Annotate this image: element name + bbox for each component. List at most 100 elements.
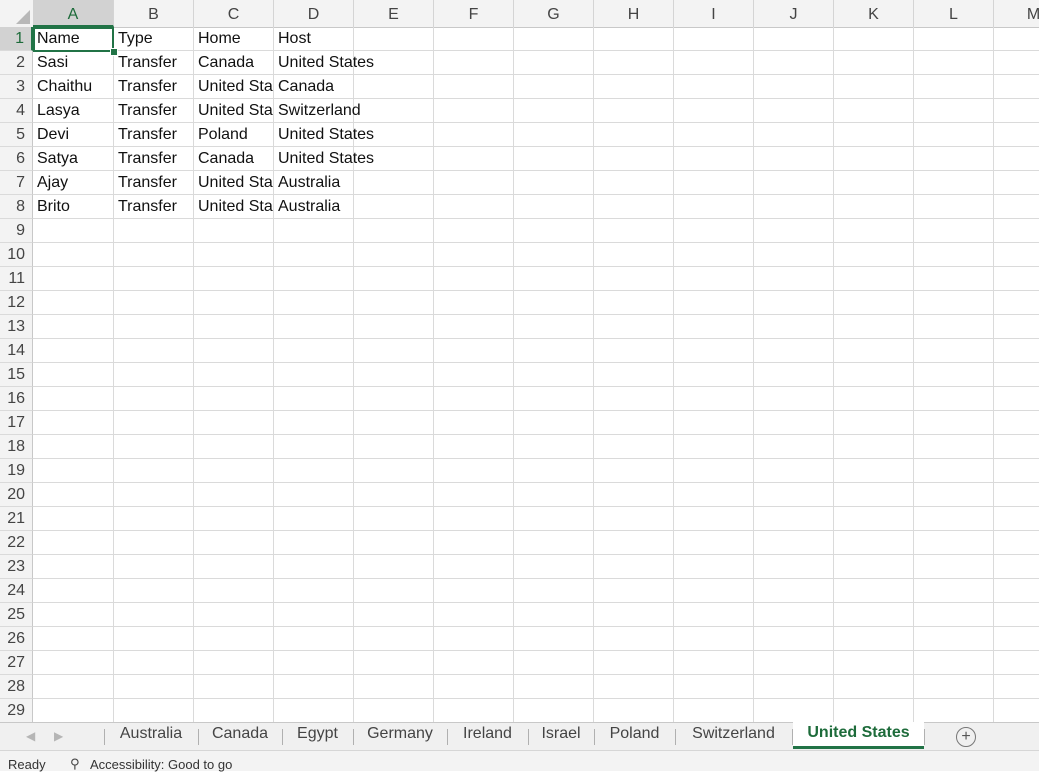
column-header-f[interactable]: F — [434, 0, 514, 27]
cell-b1[interactable]: Type — [114, 27, 194, 51]
cell-d5[interactable]: United States — [274, 123, 374, 147]
column-header-j[interactable]: J — [754, 0, 834, 27]
cell-c3[interactable]: United Sta — [194, 75, 274, 99]
column-header-i[interactable]: I — [674, 0, 754, 27]
column-header-g[interactable]: G — [514, 0, 594, 27]
column-header-d[interactable]: D — [274, 0, 354, 27]
column-header-m[interactable]: M — [994, 0, 1039, 27]
grid-hline — [33, 506, 1039, 507]
column-header-k[interactable]: K — [834, 0, 914, 27]
cell-c1[interactable]: Home — [194, 27, 274, 51]
grid-hline — [33, 266, 1039, 267]
row-header-21[interactable]: 21 — [0, 507, 33, 531]
column-header-h[interactable]: H — [594, 0, 674, 27]
row-header-29[interactable]: 29 — [0, 699, 33, 722]
cell-c6[interactable]: Canada — [194, 147, 274, 171]
column-header-c[interactable]: C — [194, 0, 274, 27]
cell-b2[interactable]: Transfer — [114, 51, 194, 75]
cell-d2[interactable]: United States — [274, 51, 374, 75]
row-header-27[interactable]: 27 — [0, 651, 33, 675]
row-header-15[interactable]: 15 — [0, 363, 33, 387]
cell-d1[interactable]: Host — [274, 27, 354, 51]
cell-d3[interactable]: Canada — [274, 75, 354, 99]
tab-separator — [924, 729, 925, 745]
cell-a7[interactable]: Ajay — [33, 171, 114, 195]
grid-hline — [33, 578, 1039, 579]
grid-hline — [33, 242, 1039, 243]
row-header-14[interactable]: 14 — [0, 339, 33, 363]
fill-handle[interactable] — [110, 48, 118, 56]
row-header-23[interactable]: 23 — [0, 555, 33, 579]
sheet-tab-australia[interactable]: Australia — [105, 723, 197, 749]
grid-vline — [513, 27, 514, 722]
row-header-7[interactable]: 7 — [0, 171, 33, 195]
cell-c4[interactable]: United Sta — [194, 99, 274, 123]
cell-c5[interactable]: Poland — [194, 123, 274, 147]
sheet-tab-ireland[interactable]: Ireland — [448, 723, 527, 749]
cell-a8[interactable]: Brito — [33, 195, 114, 219]
cell-b6[interactable]: Transfer — [114, 147, 194, 171]
grid-hline — [33, 386, 1039, 387]
row-header-12[interactable]: 12 — [0, 291, 33, 315]
sheet-tab-canada[interactable]: Canada — [199, 723, 281, 749]
spreadsheet-grid[interactable]: ABCDEFGHIJKLM 1 2 3 4 5 6 7 8 9 10 11 12 13 14 15 16 17 1… — [0, 0, 1039, 722]
grid-vline — [593, 27, 594, 722]
cell-b7[interactable]: Transfer — [114, 171, 194, 195]
sheet-tab-egypt[interactable]: Egypt — [283, 723, 352, 749]
cell-d6[interactable]: United States — [274, 147, 374, 171]
row-header-1[interactable]: 1 — [0, 27, 33, 51]
row-header-25[interactable]: 25 — [0, 603, 33, 627]
column-header-l[interactable]: L — [914, 0, 994, 27]
cell-b3[interactable]: Transfer — [114, 75, 194, 99]
row-header-6[interactable]: 6 — [0, 147, 33, 171]
sheet-tab-switzerland[interactable]: Switzerland — [676, 723, 791, 749]
row-header-22[interactable]: 22 — [0, 531, 33, 555]
sheet-tab-united-states[interactable]: United States — [793, 722, 924, 749]
row-header-24[interactable]: 24 — [0, 579, 33, 603]
cell-b8[interactable]: Transfer — [114, 195, 194, 219]
row-header-8[interactable]: 8 — [0, 195, 33, 219]
cell-a2[interactable]: Sasi — [33, 51, 114, 75]
row-header-26[interactable]: 26 — [0, 627, 33, 651]
cell-b4[interactable]: Transfer — [114, 99, 194, 123]
tab-scroll-right-icon[interactable]: ▶ — [54, 729, 63, 743]
tab-scroll-left-icon[interactable]: ◀ — [26, 729, 35, 743]
sheet-tab-germany[interactable]: Germany — [354, 723, 446, 749]
row-header-11[interactable]: 11 — [0, 267, 33, 291]
column-header-a[interactable]: A — [33, 0, 114, 27]
select-all-icon — [16, 10, 30, 24]
row-header-17[interactable]: 17 — [0, 411, 33, 435]
cell-b5[interactable]: Transfer — [114, 123, 194, 147]
cell-d8[interactable]: Australia — [274, 195, 354, 219]
row-header-9[interactable]: 9 — [0, 219, 33, 243]
row-header-3[interactable]: 3 — [0, 75, 33, 99]
cell-a4[interactable]: Lasya — [33, 99, 114, 123]
cell-c7[interactable]: United Sta — [194, 171, 274, 195]
row-header-16[interactable]: 16 — [0, 387, 33, 411]
row-header-4[interactable]: 4 — [0, 99, 33, 123]
row-header-18[interactable]: 18 — [0, 435, 33, 459]
row-header-10[interactable]: 10 — [0, 243, 33, 267]
cell-a5[interactable]: Devi — [33, 123, 114, 147]
row-header-13[interactable]: 13 — [0, 315, 33, 339]
column-header-e[interactable]: E — [354, 0, 434, 27]
sheet-tab-poland[interactable]: Poland — [595, 723, 674, 749]
row-header-20[interactable]: 20 — [0, 483, 33, 507]
cell-c2[interactable]: Canada — [194, 51, 274, 75]
grid-hline — [33, 362, 1039, 363]
row-header-19[interactable]: 19 — [0, 459, 33, 483]
cell-a6[interactable]: Satya — [33, 147, 114, 171]
column-header-b[interactable]: B — [114, 0, 194, 27]
cell-a3[interactable]: Chaithu — [33, 75, 114, 99]
cell-c8[interactable]: United Sta — [194, 195, 274, 219]
sheet-tab-israel[interactable]: Israel — [529, 723, 593, 749]
row-header-28[interactable]: 28 — [0, 675, 33, 699]
grid-hline — [33, 314, 1039, 315]
cell-d7[interactable]: Australia — [274, 171, 354, 195]
cell-d4[interactable]: Switzerland — [274, 99, 361, 123]
add-sheet-icon[interactable]: + — [956, 727, 976, 747]
sheet-tab-bar: ◀ ▶ + Australia Canada Egypt Germany Ireland… — [0, 722, 1039, 751]
row-header-2[interactable]: 2 — [0, 51, 33, 75]
select-all-corner[interactable] — [0, 0, 34, 27]
row-header-5[interactable]: 5 — [0, 123, 33, 147]
